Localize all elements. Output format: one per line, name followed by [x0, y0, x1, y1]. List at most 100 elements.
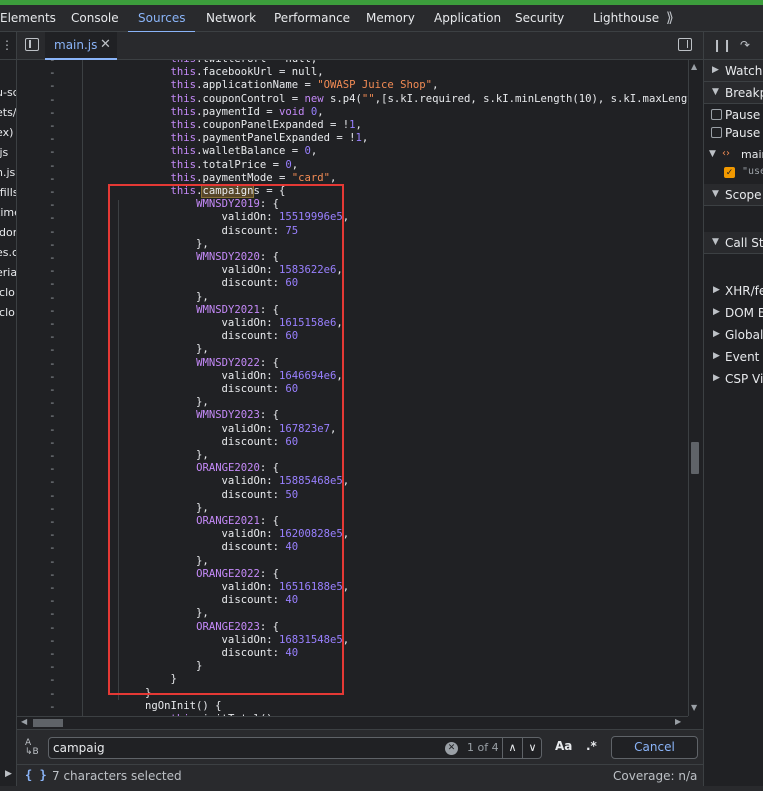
scope-section-header[interactable]: ▼ Scope [704, 184, 763, 206]
gutter-marker[interactable]: - [49, 211, 56, 224]
match-case-button[interactable]: Aa [555, 739, 572, 753]
gutter-marker[interactable]: - [49, 449, 56, 462]
breakpoint-file-row[interactable]: ▼ ‹› main.js [704, 145, 763, 165]
dom-breakpoints-section[interactable]: ▶ DOM Breakpoints [704, 303, 763, 323]
pause-caught-option[interactable]: Pause on caught exceptions [704, 123, 763, 143]
watch-section-header[interactable]: ▶ Watch [704, 60, 763, 82]
scroll-right-icon[interactable]: ▶ [675, 717, 681, 726]
gutter-marker[interactable]: - [49, 541, 56, 554]
gutter-marker[interactable]: - [49, 317, 56, 330]
gutter-marker[interactable]: - [49, 185, 56, 198]
gutter-marker[interactable]: - [49, 568, 56, 581]
gutter-marker[interactable]: - [49, 528, 56, 541]
tab-lighthouse[interactable]: Lighthouse [593, 5, 659, 32]
gutter-marker[interactable]: - [49, 79, 56, 92]
gutter-marker[interactable]: - [49, 145, 56, 158]
gutter-marker[interactable]: - [49, 225, 56, 238]
gutter-marker[interactable]: - [49, 172, 56, 185]
gutter-marker[interactable]: - [49, 621, 56, 634]
search-box[interactable]: ✕ 1 of 4 ∧ ∨ [48, 737, 542, 759]
gutter-marker[interactable]: - [49, 238, 56, 251]
gutter-marker[interactable]: - [49, 119, 56, 132]
gutter-marker[interactable]: - [49, 581, 56, 594]
scroll-left-icon[interactable]: ◀ [21, 717, 27, 726]
gutter-marker[interactable]: - [49, 607, 56, 620]
gutter-marker[interactable]: - [49, 436, 56, 449]
gutter-marker[interactable]: - [49, 106, 56, 119]
navigator-file-item[interactable]: iclo [0, 286, 16, 299]
gutter-marker[interactable]: - [49, 515, 56, 528]
gutter-marker[interactable]: - [49, 330, 56, 343]
gutter-marker[interactable]: - [49, 264, 56, 277]
navigator-file-item[interactable]: eria [0, 266, 16, 279]
gutter-marker[interactable]: - [49, 687, 56, 700]
vertical-scrollbar[interactable]: ▲ ▼ [688, 60, 700, 716]
breakpoints-section-header[interactable]: ▼ Breakpoints [704, 82, 763, 104]
gutter-marker[interactable]: - [49, 423, 56, 436]
global-listeners-section[interactable]: ▶ Global Listeners [704, 325, 763, 345]
gutter-marker[interactable]: - [49, 93, 56, 106]
clear-search-icon[interactable]: ✕ [445, 742, 458, 755]
tab-security[interactable]: Security [515, 5, 564, 32]
toggle-navigator-icon[interactable] [25, 38, 39, 51]
editor-file-tab[interactable]: main.js ✕ [45, 32, 117, 60]
breakpoint-checkbox[interactable]: ✓ [724, 167, 735, 178]
gutter-marker[interactable]: - [49, 251, 56, 264]
scroll-down-icon[interactable]: ▼ [691, 703, 697, 712]
gutter-marker[interactable]: - [49, 198, 56, 211]
gutter-marker[interactable]: - [49, 502, 56, 515]
scroll-up-icon[interactable]: ▲ [691, 62, 697, 71]
gutter-marker[interactable]: - [49, 594, 56, 607]
regex-button[interactable]: .* [586, 739, 597, 753]
gutter-marker[interactable]: - [49, 660, 56, 673]
gutter-marker[interactable]: - [49, 462, 56, 475]
gutter-marker[interactable]: - [49, 159, 56, 172]
tab-application[interactable]: Application [434, 5, 501, 32]
next-match-icon[interactable]: ∨ [522, 738, 542, 758]
kebab-menu-icon[interactable]: ⋮ [1, 38, 13, 52]
navigator-file-item[interactable]: .js [0, 146, 16, 159]
gutter-marker[interactable]: - [49, 291, 56, 304]
replace-toggle-icon[interactable]: A ↳B [25, 739, 39, 757]
gutter-marker[interactable]: - [49, 66, 56, 79]
tab-console[interactable]: Console [71, 5, 119, 32]
navigator-file-item[interactable]: es.c [0, 246, 16, 259]
horizontal-scrollbar[interactable]: ◀ ▶ [17, 716, 688, 729]
event-listener-breakpoints-section[interactable]: ▶ Event Listener Breakpoints [704, 347, 763, 367]
close-icon[interactable]: ✕ [100, 37, 111, 52]
navigator-file-item[interactable]: ets/ [0, 106, 16, 119]
navigator-file-item[interactable]: u-sc [0, 86, 16, 99]
xhr-breakpoints-section[interactable]: ▶ XHR/fetch Breakpoints [704, 281, 763, 301]
gutter-marker[interactable]: - [49, 370, 56, 383]
scroll-thumb[interactable] [691, 442, 699, 474]
cancel-button[interactable]: Cancel [611, 736, 698, 759]
pause-icon[interactable]: ❙❙ [712, 38, 732, 52]
expand-icon[interactable]: ▶ [5, 769, 12, 779]
gutter-marker[interactable]: - [49, 634, 56, 647]
navigator-file-item[interactable]: /fills [0, 186, 16, 199]
tab-sources[interactable]: Sources [127, 5, 197, 33]
pretty-print-icon[interactable]: { } [25, 768, 47, 782]
gutter-marker[interactable]: - [49, 60, 56, 66]
pause-uncaught-checkbox[interactable] [711, 109, 722, 120]
toggle-debugger-icon[interactable] [678, 38, 692, 51]
gutter-marker[interactable]: - [49, 409, 56, 422]
tab-performance[interactable]: Performance [274, 5, 350, 32]
gutter-marker[interactable]: - [49, 132, 56, 145]
previous-match-icon[interactable]: ∧ [502, 738, 522, 758]
step-over-icon[interactable]: ↷ [740, 38, 750, 52]
navigator-file-item[interactable]: iclo [0, 306, 16, 319]
gutter-marker[interactable]: - [49, 396, 56, 409]
search-input[interactable] [53, 740, 433, 756]
navigator-file-item[interactable]: time [0, 206, 16, 219]
gutter-marker[interactable]: - [49, 357, 56, 370]
gutter-marker[interactable]: - [49, 647, 56, 660]
gutter-marker[interactable]: - [49, 383, 56, 396]
breakpoint-row[interactable]: ✓ "use strict" [704, 163, 763, 183]
tab-elements[interactable]: Elements [0, 5, 56, 32]
pause-caught-checkbox[interactable] [711, 127, 722, 138]
call-stack-section-header[interactable]: ▼ Call Stack [704, 232, 763, 254]
gutter-marker[interactable]: - [49, 304, 56, 317]
gutter-marker[interactable]: - [49, 700, 56, 713]
navigator-file-item[interactable]: idor [0, 226, 16, 239]
